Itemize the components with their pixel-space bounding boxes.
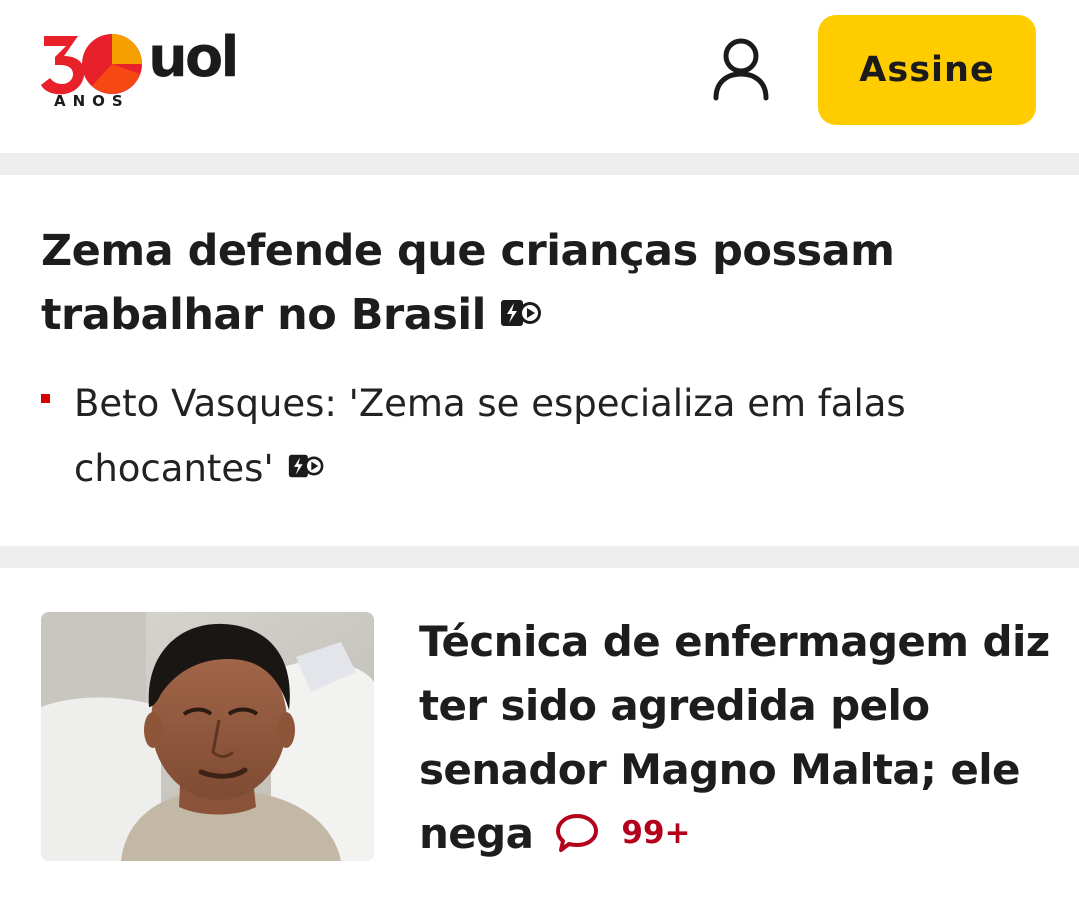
news-card-headline: Técnica de enfermagem diz ter sido agred… <box>419 617 1050 858</box>
news-card: Técnica de enfermagem diz ter sido agred… <box>0 568 1079 903</box>
logo-brand-text: uol <box>148 25 240 90</box>
comment-count: 99+ <box>621 814 691 851</box>
related-story-link[interactable]: Beto Vasques: 'Zema se especializa em fa… <box>74 371 1034 503</box>
logo-30-mark <box>41 34 142 95</box>
section-divider <box>0 546 1079 568</box>
news-photo[interactable] <box>41 612 374 861</box>
top-story: Zema defende que crianças possam trabalh… <box>0 175 1079 546</box>
logo-anniversary-text: ANOS <box>54 92 130 110</box>
top-story-headline-link[interactable]: Zema defende que crianças possam trabalh… <box>41 219 1001 350</box>
uol-30-anos-logo[interactable]: uol ANOS <box>40 26 250 116</box>
user-profile-icon <box>713 38 769 101</box>
top-story-headline: Zema defende que crianças possam trabalh… <box>41 226 895 340</box>
news-card-headline-link[interactable]: Técnica de enfermagem diz ter sido agred… <box>419 610 1059 869</box>
site-header: uol ANOS Assine <box>0 0 1079 152</box>
subscribe-button[interactable]: Assine <box>818 15 1036 125</box>
section-divider <box>0 153 1079 175</box>
video-short-icon <box>500 282 544 346</box>
user-profile-button[interactable] <box>712 36 770 102</box>
related-bullet <box>41 394 50 403</box>
news-photo-image <box>41 612 374 861</box>
video-short-icon <box>288 434 326 499</box>
related-story-text: Beto Vasques: 'Zema se especializa em fa… <box>74 382 906 490</box>
comment-bubble-icon <box>556 813 599 852</box>
comments-button[interactable]: 99+ <box>555 801 691 865</box>
